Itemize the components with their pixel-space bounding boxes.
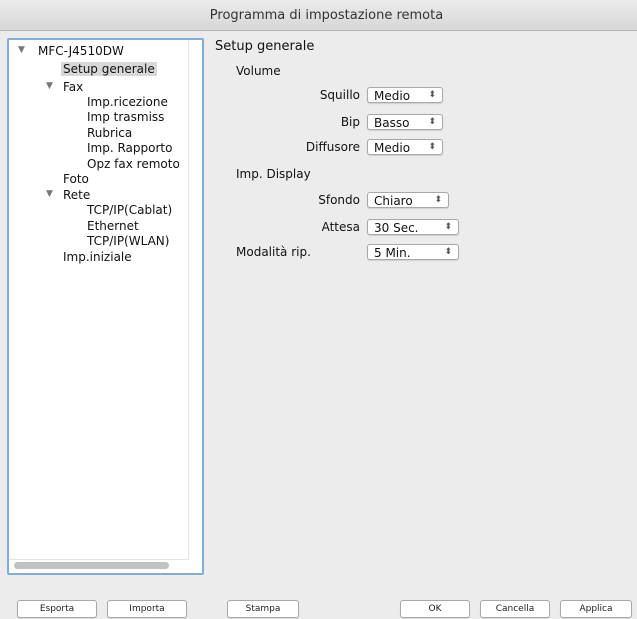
tree-item-rete[interactable]: Rete [63,188,90,202]
page-title: Setup generale [215,39,315,54]
select-value: Basso [374,116,410,130]
sfondo-label: Sfondo [318,193,360,207]
select-value: Chiaro [374,194,413,208]
sfondo-select[interactable]: Chiaro ⬍ [367,192,449,208]
bip-label: Bip [340,115,360,129]
tree-item-rubrica[interactable]: Rubrica [87,126,132,140]
modalita-rip-label: Modalità rip. [236,245,311,259]
updown-arrows-icon: ⬍ [444,247,452,257]
squillo-label: Squillo [319,88,360,102]
tree-item-fax[interactable]: Fax [63,80,83,94]
disclosure-triangle-down-icon[interactable]: ▼ [46,79,53,93]
stampa-button[interactable]: Stampa [227,600,299,618]
tree-item-imp-rapporto[interactable]: Imp. Rapporto [87,141,172,155]
modalita-rip-select[interactable]: 5 Min. ⬍ [367,244,459,260]
select-value: 30 Sec. [374,221,419,235]
select-value: Medio [374,141,411,155]
horizontal-scrollbar[interactable] [14,562,169,569]
title-bar: Programma di impostazione remota [0,0,637,31]
tree-item-label: Opz fax remoto [87,157,180,171]
attesa-label: Attesa [321,220,360,234]
tree-item-label: Imp trasmiss [87,110,165,124]
tree-item-label: Fax [63,80,84,94]
attesa-select[interactable]: 30 Sec. ⬍ [367,219,459,235]
updown-arrows-icon: ⬍ [434,195,442,205]
tree-item-imp-trasmiss[interactable]: Imp trasmiss [87,110,164,124]
tree-item-label: Imp.ricezione [87,95,168,109]
diffusore-label: Diffusore [305,140,360,154]
cancella-button[interactable]: Cancella [480,600,550,618]
display-section-label: Imp. Display [236,167,311,181]
tree-item-tcpip-wlan[interactable]: TCP/IP(WLAN) [87,234,169,248]
tree-item-ethernet[interactable]: Ethernet [87,219,139,233]
updown-arrows-icon: ⬍ [428,117,436,127]
volume-section-label: Volume [236,64,281,78]
settings-tree[interactable]: ▼ MFC-J4510DW Setup generale ▼ Fax Imp.r… [7,38,204,575]
updown-arrows-icon: ⬍ [444,222,452,232]
window-title: Programma di impostazione remota [209,8,444,23]
updown-arrows-icon: ⬍ [428,142,436,152]
importa-button[interactable]: Importa [107,600,187,618]
tree-item-label: Ethernet [87,219,139,233]
applica-button[interactable]: Applica [560,600,632,618]
tree-item-foto[interactable]: Foto [63,172,89,186]
select-value: Medio [374,89,411,103]
squillo-select[interactable]: Medio ⬍ [367,87,443,103]
esporta-button[interactable]: Esporta [17,600,97,618]
tree-item-setup-generale[interactable]: Setup generale [61,62,157,76]
bip-select[interactable]: Basso ⬍ [367,114,443,130]
tree-item-label: Imp. Rapporto [87,141,173,155]
tree-item-tcpip-cablat[interactable]: TCP/IP(Cablat) [87,203,172,217]
select-value: 5 Min. [374,246,411,260]
tree-item-imp-ricezione[interactable]: Imp.ricezione [87,95,168,109]
tree-item-label: Foto [63,172,89,186]
tree-item-label: MFC-J4510DW [38,44,124,58]
disclosure-triangle-down-icon[interactable]: ▼ [46,187,53,201]
tree-item-imp-iniziale[interactable]: Imp.iniziale [63,250,132,264]
tree-item-label: TCP/IP(WLAN) [87,234,170,248]
tree-item-root[interactable]: MFC-J4510DW [38,44,124,58]
diffusore-select[interactable]: Medio ⬍ [367,139,443,155]
tree-item-label: TCP/IP(Cablat) [87,203,173,217]
disclosure-triangle-down-icon[interactable]: ▼ [18,43,25,57]
tree-item-label: Rete [63,188,91,202]
tree-item-label: Rubrica [87,126,133,140]
updown-arrows-icon: ⬍ [428,90,436,100]
tree-viewport: ▼ MFC-J4510DW Setup generale ▼ Fax Imp.r… [9,40,189,560]
ok-button[interactable]: OK [400,600,470,618]
tree-item-label: Setup generale [61,62,157,76]
tree-item-label: Imp.iniziale [63,250,132,264]
tree-item-opz-fax-remoto[interactable]: Opz fax remoto [87,157,180,171]
